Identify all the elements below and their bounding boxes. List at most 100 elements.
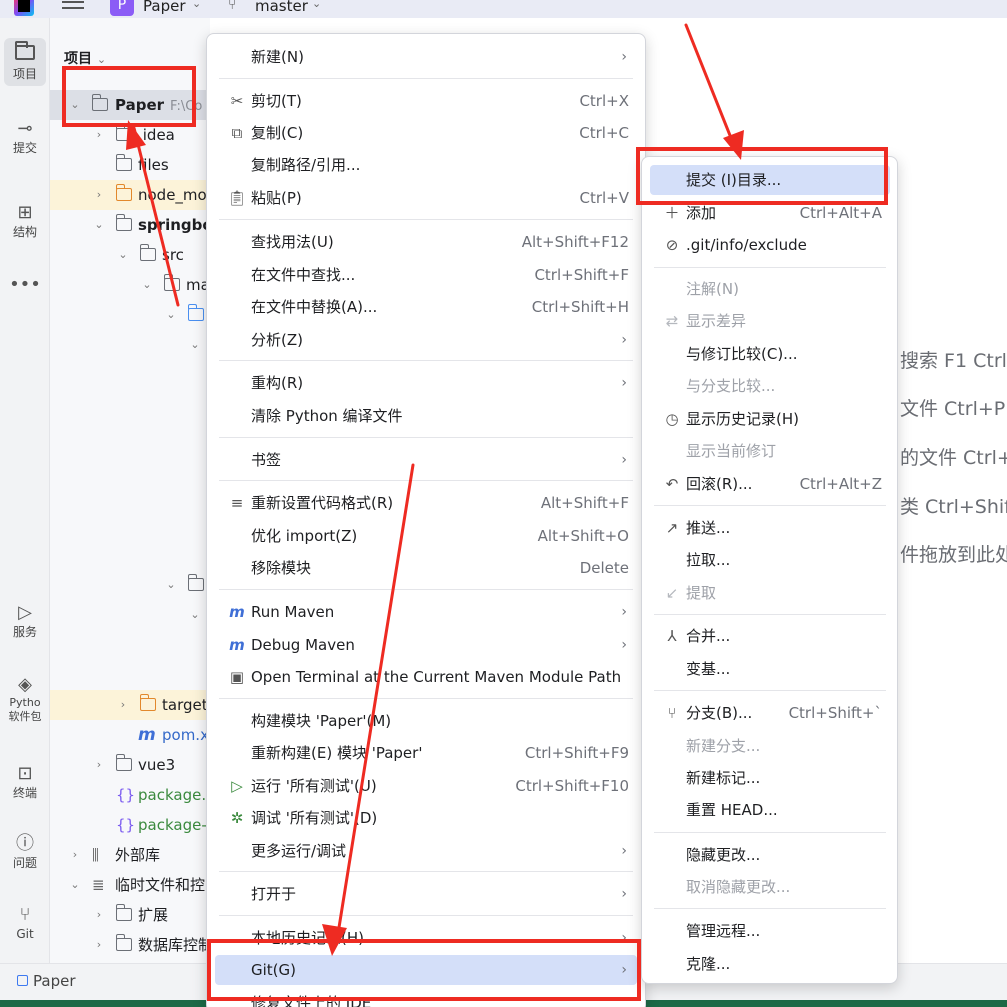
tree-row-vue3[interactable]: › vue3 <box>50 750 210 780</box>
tree-row-extensions[interactable]: › 扩展 <box>50 900 210 930</box>
tree-row-test[interactable]: ⌄ <box>50 600 210 630</box>
branch-switcher[interactable]: master <box>255 0 308 15</box>
menu-item-annotate[interactable]: 注解(N) <box>650 274 890 304</box>
tree-row-src[interactable]: ⌄ src <box>50 240 210 270</box>
menu-item-show-history[interactable]: ◷ 显示历史记录(H) <box>650 404 890 434</box>
project-badge[interactable]: P <box>110 0 134 16</box>
chevron-down-icon[interactable]: ⌄ <box>116 240 130 270</box>
menu-item-analyze[interactable]: 分析(Z) › <box>215 325 637 355</box>
menu-item-clone[interactable]: 克隆... <box>650 949 890 979</box>
menu-item-branches[interactable]: ⑂ 分支(B)... Ctrl+Shift+` <box>650 698 890 728</box>
menu-item-exclude[interactable]: ⊘ .git/info/exclude <box>650 230 890 260</box>
panel-title[interactable]: 项目 ⌄ <box>64 48 106 68</box>
menu-item-run-all-tests[interactable]: ▷ 运行 '所有测试'(U) Ctrl+Shift+F10 <box>215 771 637 801</box>
tool-terminal[interactable]: ⊡ 终端 <box>4 763 46 801</box>
tree-row-node-modules[interactable]: › node_mo <box>50 180 210 210</box>
tool-structure[interactable]: ⊞ 结构 <box>4 202 46 240</box>
menu-item-replace-in-files[interactable]: 在文件中替换(A)... Ctrl+Shift+H <box>215 292 637 322</box>
menu-item-compare-revision[interactable]: 与修订比较(C)... <box>650 339 890 369</box>
menu-item-bookmarks[interactable]: 书签 › <box>215 445 637 475</box>
tree-row-scratches[interactable]: ⌄ ≣ 临时文件和控 <box>50 870 210 900</box>
menu-label: 分支(B)... <box>686 704 753 722</box>
chevron-down-icon[interactable]: ⌄ <box>188 600 202 630</box>
menu-item-show-current-revision[interactable]: 显示当前修订 <box>650 436 890 466</box>
tool-git[interactable]: ⑂ Git <box>4 904 46 942</box>
chevron-down-icon[interactable]: ⌄ <box>68 870 82 900</box>
menu-item-reset-head[interactable]: 重置 HEAD... <box>650 795 890 825</box>
main-menu-icon[interactable] <box>62 0 84 15</box>
menu-item-fetch[interactable]: ↙ 提取 <box>650 578 890 608</box>
chevron-down-icon[interactable]: ⌄ <box>164 300 178 330</box>
tree-row-external-libraries[interactable]: › ⫼ 外部库 <box>50 840 210 870</box>
menu-item-rebase[interactable]: 变基... <box>650 654 890 684</box>
menu-item-push[interactable]: ↗ 推送... <box>650 513 890 543</box>
menu-item-optimize-imports[interactable]: 优化 import(Z) Alt+Shift+O <box>215 521 637 551</box>
menu-item-unstash[interactable]: 取消隐藏更改... <box>650 872 890 902</box>
menu-item-open-in[interactable]: 打开于 › <box>215 879 637 909</box>
chevron-right-icon[interactable]: › <box>68 840 82 870</box>
menu-item-rebuild-module[interactable]: 重新构建(E) 模块 'Paper' Ctrl+Shift+F9 <box>215 738 637 768</box>
tree-row-springboot[interactable]: ⌄ springbo <box>50 210 210 240</box>
menu-item-build-module[interactable]: 构建模块 'Paper'(M) <box>215 706 637 736</box>
tool-project[interactable]: 项目 <box>4 38 46 86</box>
tree-row-target[interactable]: › target <box>50 690 210 720</box>
tool-services[interactable]: ▷ 服务 <box>4 602 46 640</box>
chevron-down-icon[interactable]: ⌄ <box>188 330 202 360</box>
chevron-right-icon[interactable]: › <box>92 930 106 960</box>
menu-item-find-in-files[interactable]: 在文件中查找... Ctrl+Shift+F <box>215 260 637 290</box>
chevron-down-icon[interactable]: ⌄ <box>192 0 201 10</box>
tree-row-package[interactable]: ⌄ <box>50 330 210 360</box>
library-icon: ⫼ <box>92 846 99 864</box>
menu-item-copy[interactable]: ⧉ 复制(C) Ctrl+C <box>215 118 637 148</box>
chevron-down-icon[interactable]: ⌄ <box>97 53 106 66</box>
tree-row-package-json[interactable]: {} package. <box>50 780 210 810</box>
menu-item-debug-maven[interactable]: m Debug Maven › <box>215 630 637 660</box>
tree-row-files[interactable]: files <box>50 150 210 180</box>
chevron-down-icon[interactable]: ⌄ <box>140 270 154 300</box>
tool-problems[interactable]: ⓘ 问题 <box>4 833 46 871</box>
menu-item-clean-python[interactable]: 清除 Python 编译文件 <box>215 401 637 431</box>
branch-icon[interactable]: ⑂ <box>228 0 236 13</box>
menu-item-manage-remotes[interactable]: 管理远程... <box>650 916 890 946</box>
status-breadcrumb[interactable]: Paper <box>33 972 75 990</box>
menu-item-cut[interactable]: ✂ 剪切(T) Ctrl+X <box>215 86 637 116</box>
chevron-down-icon[interactable]: ⌄ <box>92 210 106 240</box>
menu-item-pull[interactable]: 拉取... <box>650 545 890 575</box>
tree-row-package-lock[interactable]: {} package- <box>50 810 210 840</box>
menu-item-show-diff[interactable]: ⇄ 显示差异 <box>650 306 890 336</box>
tree-row-main[interactable]: ⌄ ma <box>50 270 210 300</box>
tree-row-resources[interactable]: ⌄ <box>50 570 210 600</box>
menu-item-refactor[interactable]: 重构(R) › <box>215 368 637 398</box>
menu-item-find-usages[interactable]: 查找用法(U) Alt+Shift+F12 <box>215 227 637 257</box>
tree-row-java[interactable]: ⌄ <box>50 300 210 330</box>
tree-row-pom[interactable]: m pom.x <box>50 720 210 750</box>
branch-icon: ⑂ <box>667 704 677 722</box>
menu-item-reformat[interactable]: ≡ 重新设置代码格式(R) Alt+Shift+F <box>215 488 637 518</box>
menu-item-new-branch[interactable]: 新建分支... <box>650 731 890 761</box>
menu-item-new-tag[interactable]: 新建标记... <box>650 763 890 793</box>
tree-row-db-consoles[interactable]: › 数据库控制 <box>50 930 210 960</box>
menu-item-open-terminal-maven[interactable]: ▣ Open Terminal at the Current Maven Modu… <box>215 662 637 692</box>
chevron-right-icon[interactable]: › <box>92 180 106 210</box>
chevron-right-icon: › <box>621 375 627 391</box>
menu-item-rollback[interactable]: ↶ 回滚(R)... Ctrl+Alt+Z <box>650 469 890 499</box>
tool-more[interactable]: ••• <box>4 274 46 296</box>
menu-item-stash[interactable]: 隐藏更改... <box>650 840 890 870</box>
tool-commit[interactable]: ⊸ 提交 <box>4 118 46 156</box>
menu-item-more-run-debug[interactable]: 更多运行/调试 › <box>215 836 637 866</box>
menu-item-debug-all-tests[interactable]: ✲ 调试 '所有测试'(D) <box>215 803 637 833</box>
menu-item-run-maven[interactable]: m Run Maven › <box>215 597 637 627</box>
chevron-right-icon[interactable]: › <box>116 690 130 720</box>
menu-item-paste[interactable]: 📋︎ 粘贴(P) Ctrl+V <box>215 183 637 213</box>
project-switcher[interactable]: Paper <box>143 0 185 15</box>
menu-item-merge[interactable]: ⅄ 合并... <box>650 621 890 651</box>
chevron-right-icon[interactable]: › <box>92 900 106 930</box>
chevron-right-icon[interactable]: › <box>92 750 106 780</box>
chevron-down-icon[interactable]: ⌄ <box>312 0 321 10</box>
menu-item-remove-module[interactable]: 移除模块 Delete <box>215 553 637 583</box>
chevron-down-icon[interactable]: ⌄ <box>164 570 178 600</box>
tool-python-packages[interactable]: ◈ Pytho 软件包 <box>4 674 46 724</box>
menu-item-compare-branch[interactable]: 与分支比较... <box>650 371 890 401</box>
menu-item-copy-path[interactable]: 复制路径/引用... <box>215 150 637 180</box>
menu-item-new[interactable]: 新建(N) › <box>215 42 637 72</box>
